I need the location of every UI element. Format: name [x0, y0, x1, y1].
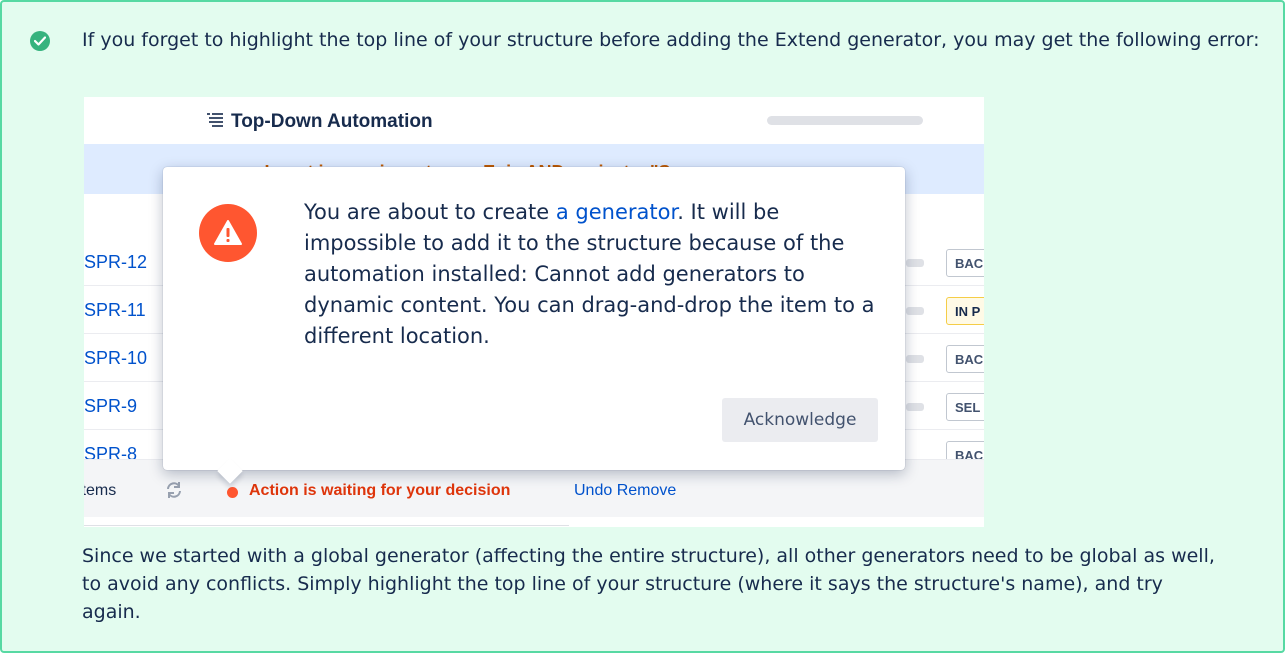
issue-key-link[interactable]: SPR-11: [84, 300, 146, 321]
status-badge: IN P: [946, 297, 984, 325]
row-placeholder: [906, 355, 924, 363]
status-badge: SEL: [946, 393, 984, 421]
items-label: items: [84, 482, 117, 499]
refresh-icon[interactable]: [164, 480, 184, 500]
issue-key-link[interactable]: SPR-12: [84, 252, 147, 273]
issue-key-link[interactable]: SPR-8: [84, 444, 137, 459]
acknowledge-button[interactable]: Acknowledge: [722, 398, 878, 442]
issue-key-link[interactable]: SPR-10: [84, 348, 147, 369]
structure-header: Top-Down Automation: [84, 97, 984, 144]
row-placeholder: [906, 307, 924, 315]
structure-icon: [207, 113, 223, 127]
row-placeholder: [906, 259, 924, 267]
generator-warning-dialog: You are about to create a generator. It …: [163, 167, 905, 484]
intro-text: If you forget to highlight the top line …: [82, 29, 1260, 51]
status-badge: BAC: [946, 249, 984, 277]
header-placeholder: [767, 116, 923, 125]
waiting-dot-icon: [227, 487, 238, 498]
structure-title: Top-Down Automation: [231, 111, 433, 132]
undo-remove-link[interactable]: Undo Remove: [574, 482, 676, 500]
waiting-status-text[interactable]: Action is waiting for your decision: [249, 482, 510, 500]
dialog-message: You are about to create a generator. It …: [304, 197, 894, 352]
success-note-panel: If you forget to highlight the top line …: [0, 0, 1285, 653]
warning-icon: [199, 204, 257, 262]
divider: [84, 525, 569, 526]
status-badge: BAC: [946, 441, 984, 459]
status-badge: BAC: [946, 345, 984, 373]
row-placeholder: [906, 403, 924, 411]
dialog-message-start: You are about to create: [304, 200, 556, 224]
generator-link[interactable]: a generator: [556, 200, 677, 224]
embedded-screenshot: Top-Down Automation + Insert issues issu…: [84, 97, 984, 527]
check-circle-icon: [30, 31, 50, 51]
issue-key-link[interactable]: SPR-9: [84, 396, 137, 417]
outro-text: Since we started with a global generator…: [82, 545, 1215, 623]
